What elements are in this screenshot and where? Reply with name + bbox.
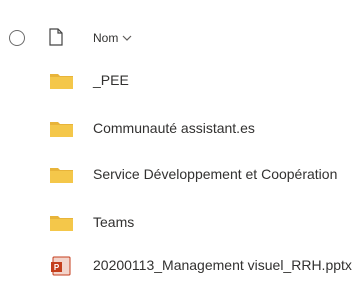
list-item-name: Service Développement et Coopération <box>93 166 338 182</box>
file-type-icon[interactable] <box>49 28 63 46</box>
list-item[interactable]: P 20200113_Management visuel_RRH.pptx <box>0 245 364 286</box>
list-item-name: Communauté assistant.es <box>93 120 255 136</box>
folder-icon <box>50 168 73 183</box>
list-item-name: 20200113_Management visuel_RRH.pptx <box>93 257 352 273</box>
list-item[interactable]: Communauté assistant.es <box>0 108 364 152</box>
folder-icon <box>50 74 73 89</box>
name-column-header[interactable]: Nom <box>93 31 132 45</box>
list-item[interactable]: _PEE <box>0 60 364 104</box>
list-item[interactable]: Service Développement et Coopération <box>0 154 364 198</box>
select-all-checkbox[interactable] <box>9 30 25 46</box>
folder-icon <box>50 216 73 231</box>
chevron-down-icon <box>122 35 132 41</box>
name-column-label: Nom <box>93 31 119 45</box>
list-item-name: Teams <box>93 214 135 230</box>
list-item-name: _PEE <box>93 72 129 88</box>
list-item[interactable]: Teams <box>0 202 364 246</box>
file-list: Nom _PEE Communauté assistant.es Service… <box>0 0 364 286</box>
folder-icon <box>50 122 73 137</box>
powerpoint-icon: P <box>51 256 71 276</box>
svg-text:P: P <box>54 263 60 272</box>
list-header: Nom <box>0 20 364 60</box>
